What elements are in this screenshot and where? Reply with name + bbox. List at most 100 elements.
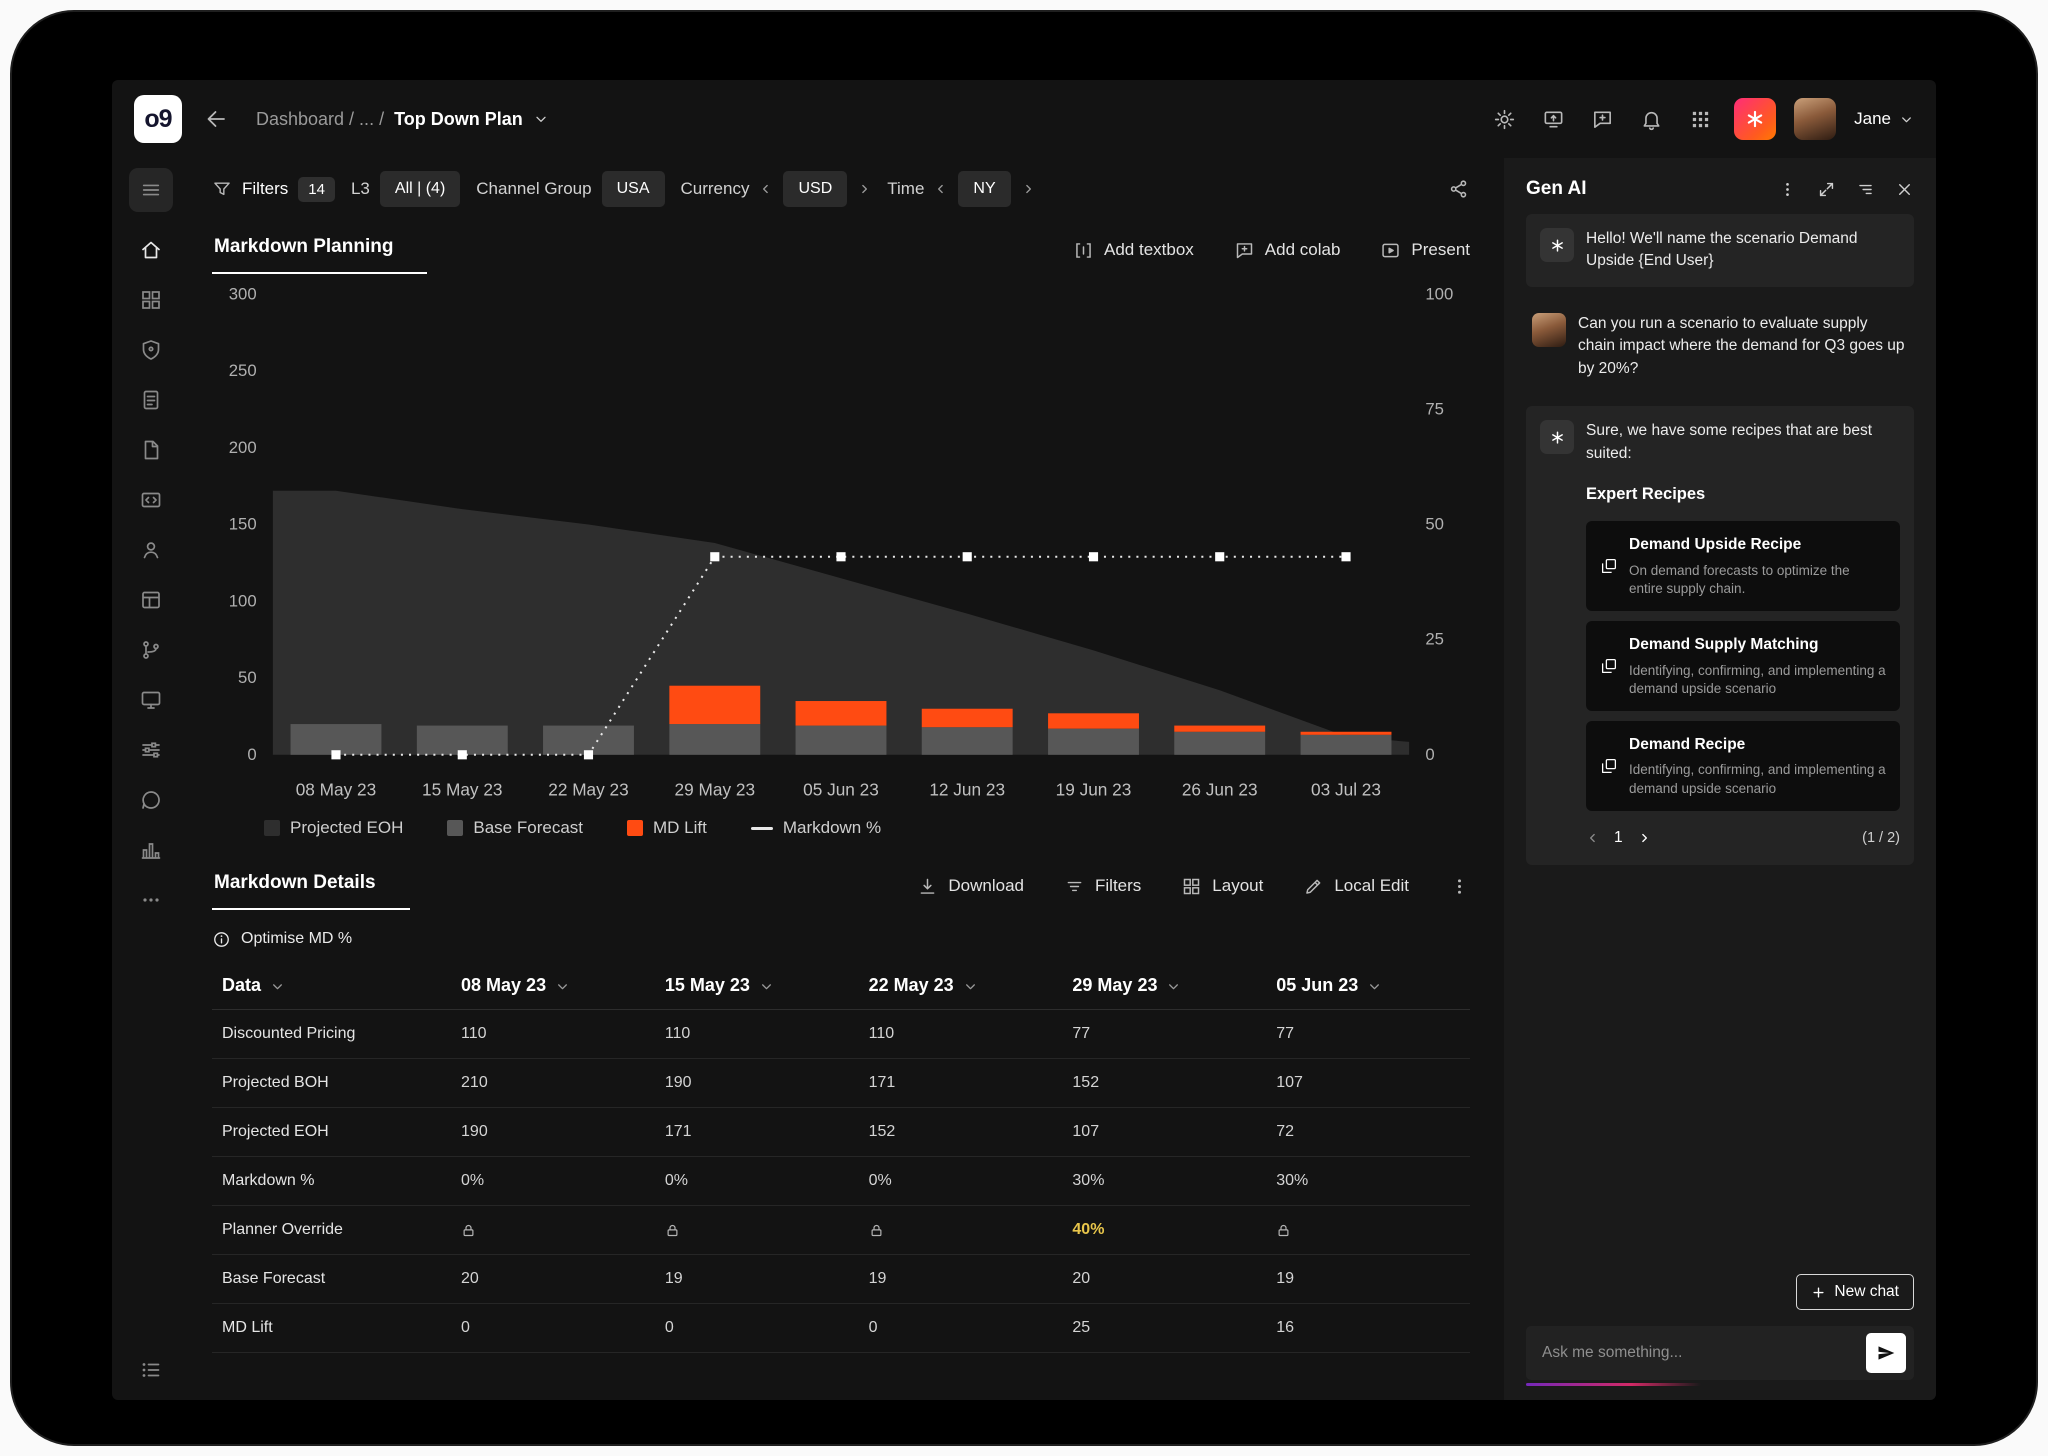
currency-next-button[interactable]	[857, 182, 871, 196]
sliders-icon[interactable]	[139, 738, 163, 762]
legend-item[interactable]: Projected EOH	[264, 818, 403, 838]
back-button[interactable]	[200, 103, 232, 135]
cell-value[interactable]: 210	[451, 1059, 655, 1108]
local-edit-button[interactable]: Local Edit	[1303, 876, 1409, 897]
recipe-card-demand-upside[interactable]: Demand Upside RecipeOn demand forecasts …	[1586, 521, 1900, 611]
new-chat-button[interactable]: New chat	[1796, 1274, 1914, 1310]
task-list-icon[interactable]	[139, 1358, 163, 1382]
cell-value[interactable]: 152	[859, 1108, 1063, 1157]
cell-value[interactable]: 19	[655, 1255, 859, 1304]
menu-button[interactable]	[129, 168, 173, 212]
cell-value[interactable]: 19	[1266, 1255, 1470, 1304]
genai-close-button[interactable]	[1895, 180, 1914, 199]
monitor-icon[interactable]	[139, 688, 163, 712]
chat-icon[interactable]	[139, 788, 163, 812]
currency-prev-button[interactable]	[759, 182, 773, 196]
cell-value[interactable]	[655, 1206, 859, 1255]
feedback-button[interactable]	[1587, 104, 1618, 135]
settings-button[interactable]	[1489, 104, 1520, 135]
layout-button[interactable]: Layout	[1181, 876, 1263, 897]
table-filters-button[interactable]: Filters	[1064, 876, 1141, 897]
cell-value[interactable]: 30%	[1062, 1157, 1266, 1206]
column-header[interactable]: Data	[212, 962, 451, 1010]
file-icon[interactable]	[139, 438, 163, 462]
layout-columns-icon[interactable]	[139, 588, 163, 612]
cell-value[interactable]: 171	[859, 1059, 1063, 1108]
o9-logo[interactable]: o9	[134, 95, 182, 143]
git-branch-icon[interactable]	[139, 638, 163, 662]
cell-value[interactable]: 16	[1266, 1304, 1470, 1353]
channel-group-value-button[interactable]: USA	[602, 171, 665, 207]
tab-markdown-planning[interactable]: Markdown Planning	[212, 226, 427, 274]
breadcrumb-prefix[interactable]: Dashboard / ... /	[256, 109, 384, 130]
tab-markdown-details[interactable]: Markdown Details	[212, 862, 410, 910]
cell-value[interactable]: 77	[1266, 1010, 1470, 1059]
cell-value[interactable]: 20	[451, 1255, 655, 1304]
download-button[interactable]: Download	[917, 876, 1024, 897]
present-button[interactable]: Present	[1380, 240, 1470, 261]
user-menu[interactable]: Jane	[1854, 109, 1914, 129]
level-value-button[interactable]: All | (4)	[380, 171, 460, 207]
cell-value[interactable]: 0%	[451, 1157, 655, 1206]
time-next-button[interactable]	[1021, 182, 1035, 196]
share-button[interactable]	[1448, 178, 1470, 200]
legend-item[interactable]: Base Forecast	[447, 818, 583, 838]
column-header[interactable]: 08 May 23	[451, 962, 655, 1010]
column-header[interactable]: 29 May 23	[1062, 962, 1266, 1010]
home-icon[interactable]	[139, 238, 163, 262]
present-screen-button[interactable]	[1538, 104, 1569, 135]
cell-value[interactable]: 20	[1062, 1255, 1266, 1304]
currency-value-button[interactable]: USD	[783, 171, 847, 207]
page-next-button[interactable]	[1637, 831, 1651, 845]
cell-value[interactable]: 152	[1062, 1059, 1266, 1108]
cell-value[interactable]: 110	[655, 1010, 859, 1059]
code-card-icon[interactable]	[139, 488, 163, 512]
user-avatar[interactable]	[1794, 98, 1836, 140]
bar-chart-icon[interactable]	[139, 838, 163, 862]
cell-value[interactable]: 107	[1266, 1059, 1470, 1108]
column-header[interactable]: 22 May 23	[859, 962, 1063, 1010]
chat-input[interactable]	[1542, 1344, 1866, 1362]
recipe-card-demand-supply-matching[interactable]: Demand Supply MatchingIdentifying, confi…	[1586, 621, 1900, 711]
document-icon[interactable]	[139, 388, 163, 412]
more-icon[interactable]	[139, 888, 163, 912]
apps-icon[interactable]	[139, 288, 163, 312]
more-options-button[interactable]	[1449, 876, 1470, 897]
cell-value[interactable]: 72	[1266, 1108, 1470, 1157]
legend-item[interactable]: MD Lift	[627, 818, 707, 838]
cell-value[interactable]: 19	[859, 1255, 1063, 1304]
cell-value[interactable]: 0%	[655, 1157, 859, 1206]
cell-value[interactable]: 0	[655, 1304, 859, 1353]
add-textbox-button[interactable]: Add textbox	[1073, 240, 1194, 261]
column-header[interactable]: 15 May 23	[655, 962, 859, 1010]
filters-button[interactable]: Filters 14	[212, 177, 335, 202]
notifications-button[interactable]	[1636, 104, 1667, 135]
page-prev-button[interactable]	[1586, 831, 1600, 845]
cell-value[interactable]: 190	[451, 1108, 655, 1157]
cell-value[interactable]: 25	[1062, 1304, 1266, 1353]
legend-item[interactable]: Markdown %	[751, 818, 881, 838]
recipe-card-demand-recipe[interactable]: Demand RecipeIdentifying, confirming, an…	[1586, 721, 1900, 811]
cell-value[interactable]: 0%	[859, 1157, 1063, 1206]
breadcrumb-current[interactable]: Top Down Plan	[394, 109, 523, 130]
cell-value[interactable]: 110	[859, 1010, 1063, 1059]
cell-value[interactable]: 30%	[1266, 1157, 1470, 1206]
cell-value[interactable]: 107	[1062, 1108, 1266, 1157]
cell-value[interactable]: 0	[859, 1304, 1063, 1353]
cell-value[interactable]	[451, 1206, 655, 1255]
send-button[interactable]	[1866, 1333, 1906, 1373]
genai-expand-button[interactable]	[1817, 180, 1836, 199]
cell-value[interactable]: 171	[655, 1108, 859, 1157]
add-colab-button[interactable]: Add colab	[1234, 240, 1341, 261]
cell-value[interactable]: 77	[1062, 1010, 1266, 1059]
cell-value[interactable]	[1266, 1206, 1470, 1255]
cell-value[interactable]	[859, 1206, 1063, 1255]
cell-value[interactable]: 0	[451, 1304, 655, 1353]
cell-value[interactable]: 190	[655, 1059, 859, 1108]
app-grid-button[interactable]	[1685, 104, 1716, 135]
genai-app-icon[interactable]	[1734, 98, 1776, 140]
cell-value[interactable]: 40%	[1062, 1206, 1266, 1255]
column-header[interactable]: 05 Jun 23	[1266, 962, 1470, 1010]
time-prev-button[interactable]	[934, 182, 948, 196]
chevron-down-icon[interactable]	[533, 111, 549, 127]
